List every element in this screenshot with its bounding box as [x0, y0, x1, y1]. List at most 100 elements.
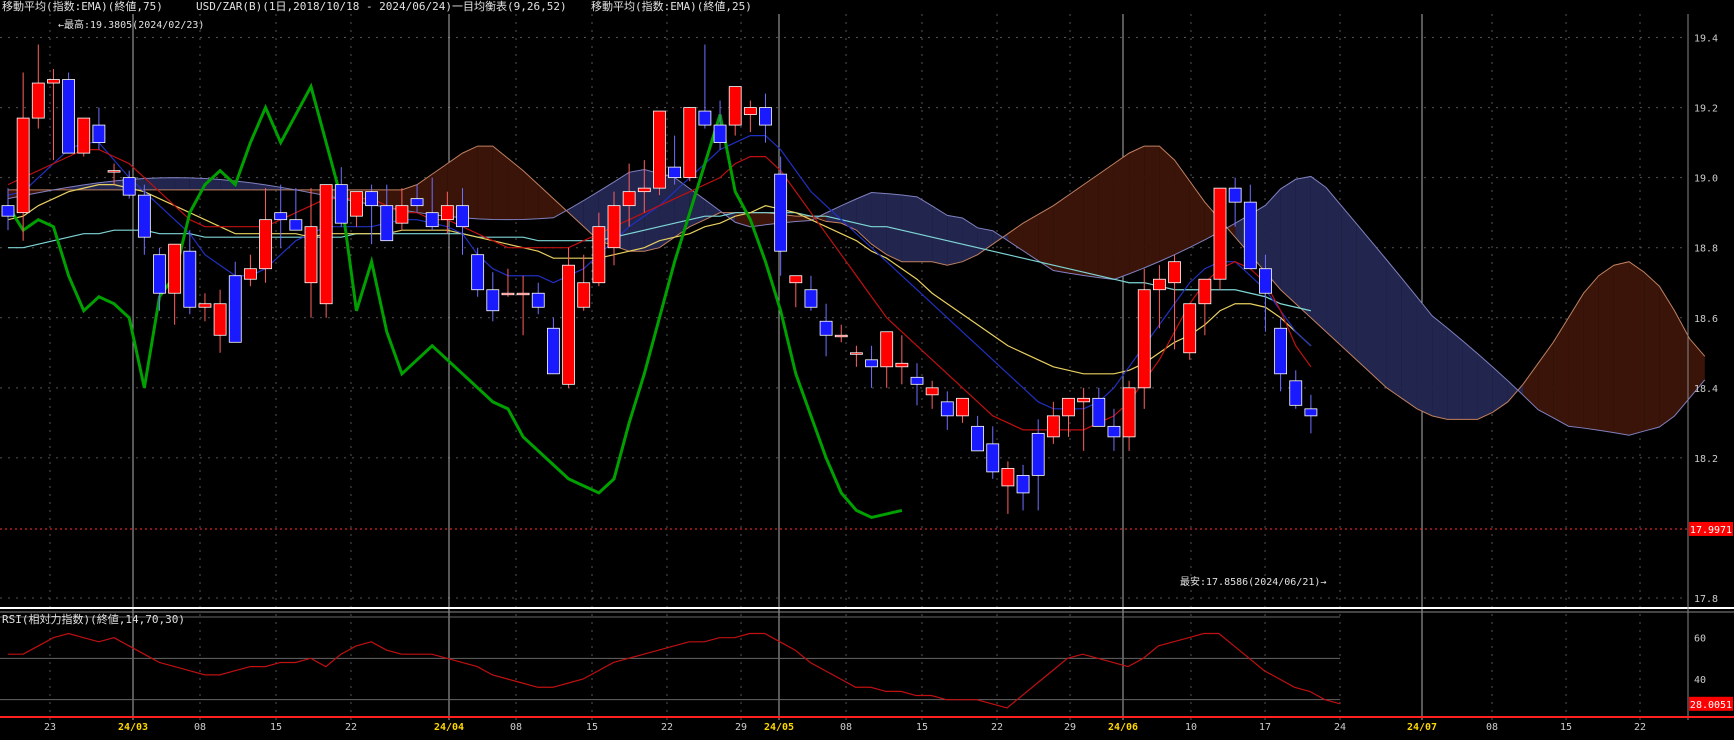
candle-body [1062, 397, 1075, 417]
text-layer: 移動平均(指数:EMA)(終値,75) USD/ZAR(B)(1日,2018/1… [2, 0, 1326, 626]
candle-body [334, 184, 348, 224]
kumo-segment [1598, 265, 1614, 433]
candle-body [395, 205, 409, 224]
candle-body [153, 254, 166, 294]
candle-body [895, 362, 909, 368]
candle-body [350, 191, 363, 217]
chart-root: 19.4 19.2 19.0 18.8 18.6 18.4 18.2 17.8 23 24/03 0… [0, 0, 1734, 740]
candle-body [834, 334, 848, 338]
kumo-segment [962, 218, 978, 262]
date-tick-label: 24/06 [1108, 722, 1138, 733]
price-tick-label: 19.0 [1694, 174, 1718, 185]
price-tick-label: 19.4 [1694, 34, 1718, 45]
candle-body [774, 173, 788, 252]
kumo-segment [1583, 275, 1599, 431]
candle-body [274, 212, 288, 221]
kumo-segment [932, 205, 948, 266]
kumo-segment [553, 198, 569, 218]
ichimoku-cloud [7, 145, 1706, 436]
candle-body [713, 124, 727, 144]
candle-body [259, 219, 272, 270]
candle-body [47, 79, 60, 84]
candle-body [865, 359, 878, 368]
date-tick-label: 29 [735, 722, 747, 733]
rsi-line [7, 632, 1341, 709]
candle-body [516, 292, 530, 296]
candle-body [925, 387, 939, 396]
candle-body [986, 443, 1000, 473]
candle-body [62, 79, 75, 154]
date-tick-label: 22 [1634, 722, 1646, 733]
kumo-segment [1432, 315, 1448, 420]
current-price-label: 17.9971 [1690, 525, 1732, 536]
kumo-segment [174, 177, 190, 190]
kumo-segment [1159, 146, 1175, 262]
date-tick-label: 10 [1185, 722, 1197, 733]
date-tick-label: 15 [586, 722, 598, 733]
candle-body [92, 124, 106, 144]
high-annotation: ←最高:19.3805(2024/02/23) [58, 18, 204, 31]
candle-body [107, 170, 121, 173]
candle-body [971, 425, 984, 452]
candle-body [653, 110, 666, 189]
candle-body [1168, 261, 1181, 284]
candle-body [940, 401, 954, 417]
kumo-segment [1462, 340, 1478, 420]
candle-body [1031, 432, 1045, 476]
candle-body [31, 82, 45, 119]
kumo-segment [538, 184, 554, 219]
candle-body [168, 243, 182, 294]
candle-body [1228, 187, 1242, 203]
kumo-segment [1068, 184, 1084, 276]
kumo-segment [1553, 317, 1569, 427]
kumo-segment [1477, 353, 1493, 420]
date-tick-label: 08 [840, 722, 852, 733]
price-tick-label: 19.2 [1694, 104, 1718, 115]
kumo-segment [841, 198, 857, 231]
candle-body [910, 376, 924, 385]
candle-body [16, 117, 30, 214]
candle-body [789, 275, 803, 284]
kumo-segment [417, 174, 433, 215]
date-tick-label: 24/04 [434, 722, 464, 733]
candle-body [1183, 303, 1197, 354]
candle-body [380, 205, 394, 242]
kumo-segment [1356, 223, 1372, 374]
candle-body [1274, 327, 1287, 375]
candle-body [228, 275, 242, 343]
ema25-label: 移動平均(指数:EMA)(終値,25) [591, 0, 752, 13]
ichimoku-label: 一目均衡表(9,26,52) [452, 0, 567, 13]
date-tick-label: 22 [661, 722, 673, 733]
date-tick-label: 29 [1064, 722, 1076, 733]
kumo-segment [1098, 163, 1114, 280]
kumo-segment [477, 146, 493, 220]
candlesticks [1, 44, 1318, 514]
kumo-segment [629, 169, 645, 252]
candle-body [183, 250, 197, 308]
candle-body [743, 107, 757, 115]
kumo-segment [1447, 328, 1463, 420]
kumo-segment [1083, 174, 1099, 278]
candle-body [759, 107, 772, 126]
candle-body [956, 397, 969, 417]
candle-body [668, 166, 681, 179]
candle-body [1289, 380, 1303, 406]
kumo-segment [917, 196, 933, 262]
date-tick-label: 22 [345, 722, 357, 733]
kumo-segment [1341, 205, 1357, 360]
kumo-segment [1174, 160, 1190, 255]
candle-body [607, 205, 621, 249]
candle-body [122, 177, 136, 196]
date-tick-label: 08 [510, 722, 522, 733]
candle-body [1046, 415, 1060, 438]
kumo-segment [1326, 187, 1342, 346]
candle-body [880, 331, 894, 368]
candle-body [1304, 408, 1318, 417]
candle-body [547, 327, 560, 375]
low-annotation: 最安:17.8586(2024/06/21)→ [1180, 575, 1326, 588]
candle-body [501, 292, 515, 296]
candle-body [289, 219, 303, 231]
date-tick-label: 24/07 [1407, 722, 1437, 733]
candle-body [365, 191, 379, 207]
candle-body [1077, 397, 1091, 403]
